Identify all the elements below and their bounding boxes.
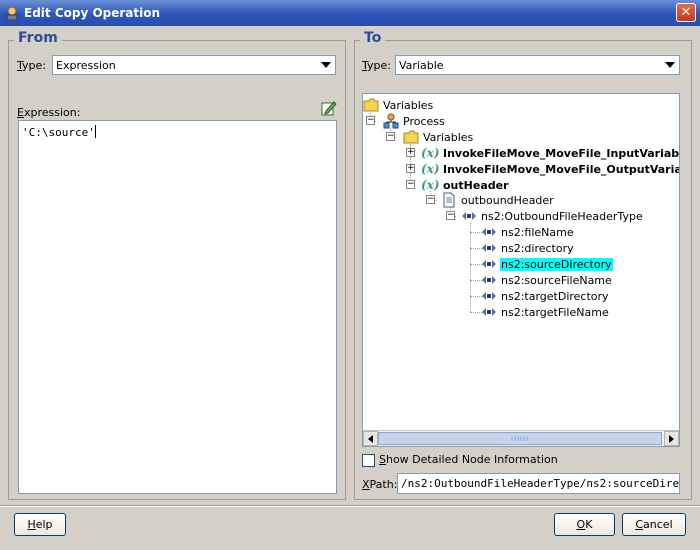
variable-icon: (x) [421,146,439,160]
element-icon [462,212,476,220]
ok-button[interactable]: OK [554,513,615,536]
to-title: To [360,30,386,46]
left-arrow-icon [368,434,373,443]
variable-icon: (x) [421,162,439,176]
chevron-down-icon [319,58,333,72]
xpath-label: XPath: [362,478,398,491]
folder-icon [363,98,379,112]
show-detailed-label: Show Detailed Node Information [379,453,558,466]
horizontal-scrollbar[interactable] [363,430,679,446]
variable-tree[interactable]: − − + + − − − Variables Process Variable… [362,93,680,447]
to-type-value: Variable [399,58,444,72]
tree-node-filename[interactable]: ns2:fileName [481,224,575,240]
right-arrow-icon [669,434,674,443]
collapse-toggle[interactable]: − [366,116,375,125]
tree-node-variables[interactable]: Variables [403,129,474,145]
close-button[interactable]: ✕ [676,3,696,22]
to-type-select[interactable]: Variable [395,55,680,75]
tree-node-header-type[interactable]: ns2:OutboundFileHeaderType [461,208,644,224]
title-bar: Edit Copy Operation ✕ [0,0,700,26]
collapse-toggle[interactable]: − [386,132,395,141]
xpath-field[interactable]: /ns2:OutboundFileHeaderType/ns2:sourceDi… [397,473,680,494]
collapse-toggle[interactable]: − [406,180,415,189]
tree-node-output-variable[interactable]: (x) InvokeFileMove_MoveFile_OutputVariab… [421,161,679,177]
tree-node-directory[interactable]: ns2:directory [481,240,575,256]
expand-toggle[interactable]: + [406,164,415,173]
scroll-thumb[interactable] [378,432,662,445]
element-icon [482,276,496,284]
collapse-toggle[interactable]: − [446,211,455,220]
from-type-value: Expression [56,58,116,72]
element-icon [482,228,496,236]
tree-node-target-directory[interactable]: ns2:targetDirectory [481,288,610,304]
element-icon [482,260,496,268]
from-title: From [14,30,62,46]
help-button[interactable]: Help [14,513,66,536]
svg-text:(x): (x) [421,146,439,160]
document-icon [443,192,455,208]
text-caret [94,125,96,138]
to-type-label: Type: [362,59,391,72]
svg-text:(x): (x) [421,178,439,192]
scroll-left-button[interactable] [363,431,378,446]
from-type-label: Type: [17,59,46,72]
tree-node-process[interactable]: Process [383,113,446,129]
expression-label: Expression: [17,106,81,119]
tree-node-variables-root[interactable]: Variables [363,97,434,113]
element-icon [482,308,496,316]
element-icon [482,244,496,252]
from-type-select[interactable]: Expression [52,55,336,75]
cancel-button[interactable]: Cancel [622,513,686,536]
expression-input[interactable]: 'C:\source' [18,120,337,494]
collapse-toggle[interactable]: − [426,195,435,204]
button-separator [0,505,700,507]
selected-node-label: ns2:sourceDirectory [500,257,613,271]
tree-node-source-directory[interactable]: ns2:sourceDirectory [481,256,613,272]
show-detailed-checkbox[interactable] [362,454,375,467]
tree-node-input-variable[interactable]: (x) InvokeFileMove_MoveFile_InputVariabl… [421,145,679,161]
expression-text: 'C:\source' [22,126,95,139]
element-icon [482,292,496,300]
tree-node-outboundheader[interactable]: outboundHeader [441,192,555,208]
edit-expression-icon[interactable] [321,100,337,116]
tree-node-source-filename[interactable]: ns2:sourceFileName [481,272,613,288]
process-icon [383,113,399,129]
expand-toggle[interactable]: + [406,148,415,157]
tree-node-target-filename[interactable]: ns2:targetFileName [481,304,610,320]
window-title: Edit Copy Operation [24,6,161,20]
folder-icon [403,130,419,144]
variable-icon: (x) [421,178,439,192]
tree-node-outheader[interactable]: (x) outHeader [421,177,510,193]
app-icon [6,6,18,21]
chevron-down-icon [663,58,677,72]
close-icon: ✕ [680,5,692,20]
grip-icon [511,436,528,441]
svg-text:(x): (x) [421,162,439,176]
scroll-right-button[interactable] [664,431,679,446]
